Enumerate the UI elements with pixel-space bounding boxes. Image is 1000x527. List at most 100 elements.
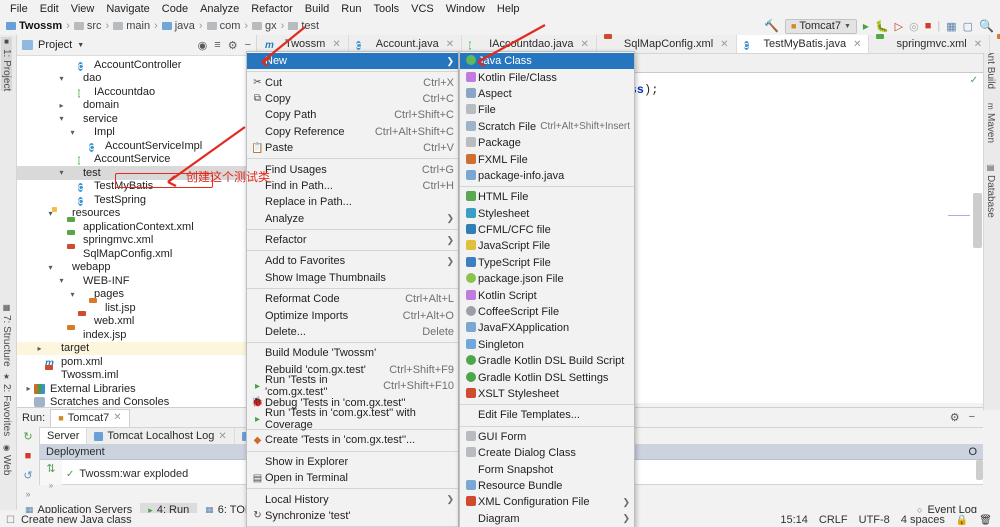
close-icon[interactable]: ✕ xyxy=(113,412,121,423)
hide-icon[interactable]: − xyxy=(245,39,251,51)
collapse-all-icon[interactable]: ≡ xyxy=(214,39,220,51)
new-submenu-item-edit-file-templates[interactable]: Edit File Templates... xyxy=(460,407,634,423)
context-menu-item-reformat-code[interactable]: Reformat Code Ctrl+Alt+L xyxy=(247,291,458,307)
lock-icon[interactable]: 🔒 xyxy=(956,515,968,526)
tree-node-external-libraries[interactable]: ▸ External Libraries xyxy=(17,382,256,396)
breadcrumb-item-gx[interactable]: gx xyxy=(252,20,277,32)
new-submenu[interactable]: Java Class Kotlin File/Class Aspect File Scr… xyxy=(459,51,635,527)
profile-icon[interactable]: ◎ xyxy=(909,20,919,33)
run-config-tab[interactable]: ■ Tomcat7 ✕ xyxy=(50,408,130,427)
stripe-item-favorites[interactable]: ★ 2: Favorites xyxy=(1,372,12,436)
chevron-down-icon[interactable]: ▾ xyxy=(45,263,56,272)
chevron-down-icon[interactable]: ▾ xyxy=(56,168,67,177)
new-submenu-item-form-snapshot[interactable]: Form Snapshot xyxy=(460,461,634,477)
tree-node-pages[interactable]: ▾ pages xyxy=(17,288,256,302)
chevron-down-icon[interactable]: ▾ xyxy=(56,114,67,123)
menu-item-run[interactable]: Run xyxy=(335,2,367,16)
status-indent[interactable]: 4 spaces xyxy=(901,514,945,526)
run-configuration-selector[interactable]: ■ Tomcat7 ▼ xyxy=(784,18,857,34)
chevron-down-icon[interactable]: ▾ xyxy=(67,128,78,137)
chevron-down-icon[interactable]: ▾ xyxy=(67,290,78,299)
search-icon[interactable]: 🔍 xyxy=(979,19,994,33)
tree-node-domain[interactable]: ▸ domain xyxy=(17,99,256,113)
context-menu-item-replace-in-path[interactable]: Replace in Path... xyxy=(247,194,458,210)
gear-icon[interactable]: ⚙ xyxy=(950,411,960,424)
hide-icon[interactable]: − xyxy=(969,411,975,424)
context-menu-item-show-image-thumbnails[interactable]: Show Image Thumbnails xyxy=(247,270,458,286)
new-submenu-item-scratch-file[interactable]: Scratch File Ctrl+Alt+Shift+Insert xyxy=(460,119,634,135)
layout-icon[interactable]: ▢ xyxy=(963,20,973,33)
menu-item-file[interactable]: File xyxy=(4,2,34,16)
close-icon[interactable]: ✕ xyxy=(853,39,861,50)
new-submenu-item-kotlin-script[interactable]: Kotlin Script xyxy=(460,287,634,303)
chevron-right-icon[interactable]: ▸ xyxy=(56,101,67,110)
new-submenu-item-java-class[interactable]: Java Class xyxy=(460,53,634,70)
menu-item-vcs[interactable]: VCS xyxy=(405,2,440,16)
stop-icon[interactable]: ■ xyxy=(25,450,32,462)
run-scrollbar[interactable] xyxy=(976,460,983,480)
context-menu-item-run-tests-in-com-gx-test-with-coverage[interactable]: ▸ Run 'Tests in 'com.gx.test'' with Cover… xyxy=(247,407,458,431)
breadcrumb-item-twossm[interactable]: Twossm xyxy=(6,20,62,32)
new-submenu-item-html-file[interactable]: HTML File xyxy=(460,189,634,205)
tree-node-springmvc-xml[interactable]: springmvc.xml xyxy=(17,234,256,248)
editor-scrollbar[interactable] xyxy=(973,193,982,248)
new-submenu-item-fxml-file[interactable]: FXML File xyxy=(460,151,634,167)
trash-icon[interactable]: 🗑 xyxy=(979,515,992,526)
more-icon[interactable]: » xyxy=(49,481,53,490)
stripe-item-web[interactable]: ◉ Web xyxy=(1,443,12,475)
new-submenu-item-typescript-file[interactable]: TypeScript File xyxy=(460,255,634,271)
context-menu-item-new[interactable]: New ❯ xyxy=(247,53,458,70)
menu-item-analyze[interactable]: Analyze xyxy=(194,2,245,16)
context-menu-item-paste[interactable]: 📋 Paste Ctrl+V xyxy=(247,140,458,156)
new-submenu-item-resource-bundle[interactable]: Resource Bundle xyxy=(460,478,634,494)
tree-node-web-inf[interactable]: ▾ WEB-INF xyxy=(17,274,256,288)
new-submenu-item-kotlin-file-class[interactable]: Kotlin File/Class xyxy=(460,69,634,85)
tree-node-applicationcontext-xml[interactable]: applicationContext.xml xyxy=(17,220,256,234)
close-icon[interactable]: ✕ xyxy=(218,431,226,442)
tree-node-dao[interactable]: ▾ dao xyxy=(17,72,256,86)
menu-item-refactor[interactable]: Refactor xyxy=(245,2,299,16)
editor-tab-springmvc-xml[interactable]: springmvc.xml ✕ xyxy=(869,35,991,53)
context-menu-item-refactor[interactable]: Refactor ❯ xyxy=(247,232,458,248)
new-submenu-item-cfml-cfc-file[interactable]: CFML/CFC file xyxy=(460,222,634,238)
tree-node-web-xml[interactable]: web.xml xyxy=(17,315,256,329)
tree-node-resources[interactable]: ▾ resources xyxy=(17,207,256,221)
editor-tab-list-jsp[interactable]: list.jsp✕ xyxy=(990,35,1000,53)
context-menu-item-local-history[interactable]: Local History ❯ xyxy=(247,491,458,507)
tree-node-twossm-iml[interactable]: Twossm.iml xyxy=(17,369,256,383)
breadcrumb-item-main[interactable]: main xyxy=(113,20,150,32)
menu-item-build[interactable]: Build xyxy=(299,2,335,16)
context-menu-item-copy-path[interactable]: Copy Path Ctrl+Shift+C xyxy=(247,107,458,123)
new-submenu-item-gradle-kotlin-dsl-build-script[interactable]: Gradle Kotlin DSL Build Script xyxy=(460,353,634,369)
new-submenu-item-aspect[interactable]: Aspect xyxy=(460,86,634,102)
context-menu-item-open-in-terminal[interactable]: ▤ Open in Terminal xyxy=(247,470,458,486)
tree-node-target[interactable]: ▸ target xyxy=(17,341,256,355)
context-menu-item-run-tests-in-com-gx-test[interactable]: ▸ Run 'Tests in 'com.gx.test'' Ctrl+Shift+… xyxy=(247,374,458,398)
close-icon[interactable]: ✕ xyxy=(332,39,340,50)
stripe-item-project[interactable]: ■ 1: Project xyxy=(1,37,12,92)
context-menu-item-add-to-favorites[interactable]: Add to Favorites ❯ xyxy=(247,253,458,269)
stripe-item-structure[interactable]: ▦ 7: Structure xyxy=(1,303,12,367)
new-submenu-item-xml-configuration-file[interactable]: XML Configuration File ❯ xyxy=(460,494,634,510)
run-inner-tab-server[interactable]: Server xyxy=(40,428,88,444)
new-submenu-item-diagram[interactable]: Diagram ❯ xyxy=(460,511,634,527)
context-menu-item-copy[interactable]: ⧉ Copy Ctrl+C xyxy=(247,91,458,107)
tree-node-sqlmapconfig-xml[interactable]: SqlMapConfig.xml xyxy=(17,247,256,261)
menu-item-view[interactable]: View xyxy=(65,2,101,16)
new-submenu-item-javascript-file[interactable]: JavaScript File xyxy=(460,238,634,254)
chevron-down-icon[interactable]: ▾ xyxy=(56,276,67,285)
new-submenu-item-file[interactable]: File xyxy=(460,102,634,118)
context-menu-item-delete[interactable]: Delete... Delete xyxy=(247,324,458,340)
hammer-icon[interactable]: 🔨 xyxy=(764,19,779,33)
new-submenu-item-xslt-stylesheet[interactable]: XSLT Stylesheet xyxy=(460,386,634,402)
context-menu-item-show-in-explorer[interactable]: Show in Explorer xyxy=(247,454,458,470)
project-tree[interactable]: C AccountController ▾ dao I IAccountdao ▸ domai… xyxy=(17,56,256,409)
stripe-item-maven[interactable]: m Maven xyxy=(985,103,996,143)
run-coverage-icon[interactable]: ▷ xyxy=(895,20,903,33)
rerun-icon[interactable]: ↻ xyxy=(23,430,32,443)
context-menu-item-analyze[interactable]: Analyze ❯ xyxy=(247,211,458,227)
close-icon[interactable]: ✕ xyxy=(974,39,982,50)
chevron-down-icon[interactable]: ▼ xyxy=(77,42,84,49)
chevron-right-icon[interactable]: ▸ xyxy=(34,344,45,353)
menu-item-help[interactable]: Help xyxy=(491,2,526,16)
